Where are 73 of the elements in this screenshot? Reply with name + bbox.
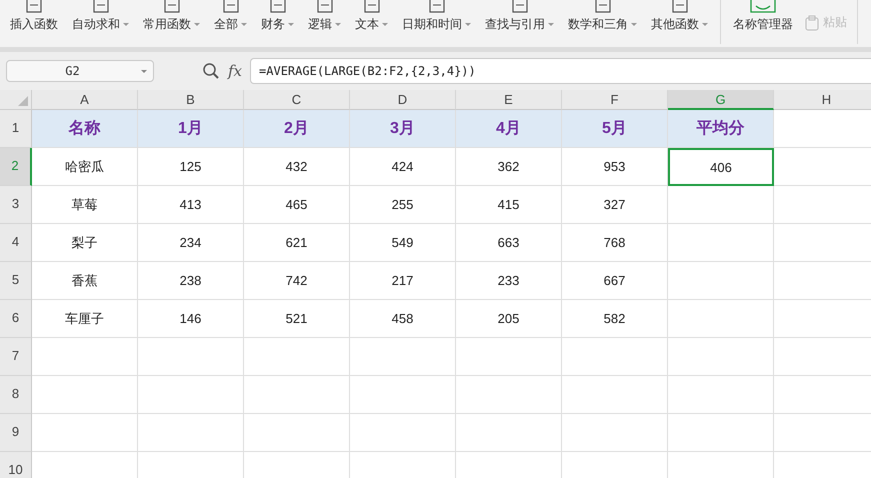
table-cell: 香蕉 bbox=[32, 262, 138, 300]
table-cell: 768 bbox=[562, 224, 668, 262]
table-cell: 哈密瓜 bbox=[32, 148, 138, 186]
table-cell: 125 bbox=[138, 148, 244, 186]
column-header[interactable]: D bbox=[350, 90, 456, 110]
toolbar-button[interactable]: 文本 bbox=[353, 0, 390, 33]
table-cell: 3月 bbox=[350, 110, 456, 148]
table-cell: 234 bbox=[138, 224, 244, 262]
table-cell: 432 bbox=[244, 148, 350, 186]
table-cell: 车厘子 bbox=[32, 300, 138, 338]
table-cell: 327 bbox=[562, 186, 668, 224]
table-cell: 458 bbox=[350, 300, 456, 338]
toolbar-button[interactable]: 财务 bbox=[259, 0, 296, 33]
table-cell: 1月 bbox=[138, 110, 244, 148]
zoom-icon[interactable] bbox=[202, 62, 220, 80]
column-header[interactable]: C bbox=[244, 90, 350, 110]
table-cell: 146 bbox=[138, 300, 244, 338]
row-header[interactable]: 1 bbox=[0, 110, 32, 148]
table-cell: 草莓 bbox=[32, 186, 138, 224]
function-label[interactable]: fx bbox=[228, 62, 242, 80]
toolbar-button[interactable]: 自动求和 bbox=[70, 0, 131, 33]
column-header[interactable]: B bbox=[138, 90, 244, 110]
column-header[interactable]: A bbox=[32, 90, 138, 110]
table-cell: 406 bbox=[668, 148, 774, 186]
table-cell: 953 bbox=[562, 148, 668, 186]
clipboard-icon bbox=[805, 14, 819, 30]
row-header[interactable]: 8 bbox=[0, 376, 32, 414]
toolbar-button[interactable]: 全部 bbox=[212, 0, 249, 33]
table-cell: 413 bbox=[138, 186, 244, 224]
row-header[interactable]: 10 bbox=[0, 452, 32, 478]
column-header[interactable]: E bbox=[456, 90, 562, 110]
column-header[interactable]: H bbox=[774, 90, 871, 110]
table-cell: 415 bbox=[456, 186, 562, 224]
name-box[interactable]: G2 bbox=[6, 60, 154, 82]
tag-icon bbox=[748, 0, 778, 14]
row-header[interactable]: 7 bbox=[0, 338, 32, 376]
table-cell: 621 bbox=[244, 224, 350, 262]
table-cell: 名称 bbox=[32, 110, 138, 148]
table-cell: 424 bbox=[350, 148, 456, 186]
table-cell: 238 bbox=[138, 262, 244, 300]
table-cell: 362 bbox=[456, 148, 562, 186]
table-cell: 465 bbox=[244, 186, 350, 224]
table-cell: 667 bbox=[562, 262, 668, 300]
row-header[interactable]: 4 bbox=[0, 224, 32, 262]
table-cell: 217 bbox=[350, 262, 456, 300]
toolbar-button[interactable]: 数学和三角 bbox=[566, 0, 639, 33]
table-cell: 663 bbox=[456, 224, 562, 262]
caret-icon bbox=[141, 70, 147, 72]
toolbar-button[interactable]: 插入函数 bbox=[8, 0, 60, 33]
table-cell: 521 bbox=[244, 300, 350, 338]
table-cell: 4月 bbox=[456, 110, 562, 148]
table-cell: 582 bbox=[562, 300, 668, 338]
table-cell: 平均分 bbox=[668, 110, 774, 148]
table-cell: 2月 bbox=[244, 110, 350, 148]
row-header[interactable]: 3 bbox=[0, 186, 32, 224]
table-cell: 742 bbox=[244, 262, 350, 300]
row-header[interactable]: 9 bbox=[0, 414, 32, 452]
table-cell: 549 bbox=[350, 224, 456, 262]
row-header[interactable]: 5 bbox=[0, 262, 32, 300]
row-header[interactable]: 6 bbox=[0, 300, 32, 338]
toolbar-button[interactable]: 逻辑 bbox=[306, 0, 343, 33]
table-cell: 5月 bbox=[562, 110, 668, 148]
name-manager-button[interactable]: 名称管理器 bbox=[731, 0, 795, 33]
table-cell: 205 bbox=[456, 300, 562, 338]
toolbar-button[interactable]: 日期和时间 bbox=[400, 0, 473, 33]
table-cell: 255 bbox=[350, 186, 456, 224]
toolbar-button[interactable]: 查找与引用 bbox=[483, 0, 556, 33]
column-header[interactable]: F bbox=[562, 90, 668, 110]
toolbar-button[interactable]: 常用函数 bbox=[141, 0, 202, 33]
toolbar-button[interactable]: 其他函数 bbox=[649, 0, 710, 33]
table-cell: 233 bbox=[456, 262, 562, 300]
formula-field[interactable]: =AVERAGE(LARGE(B2:F2,{2,3,4})) bbox=[250, 58, 871, 84]
table-cell: 梨子 bbox=[32, 224, 138, 262]
